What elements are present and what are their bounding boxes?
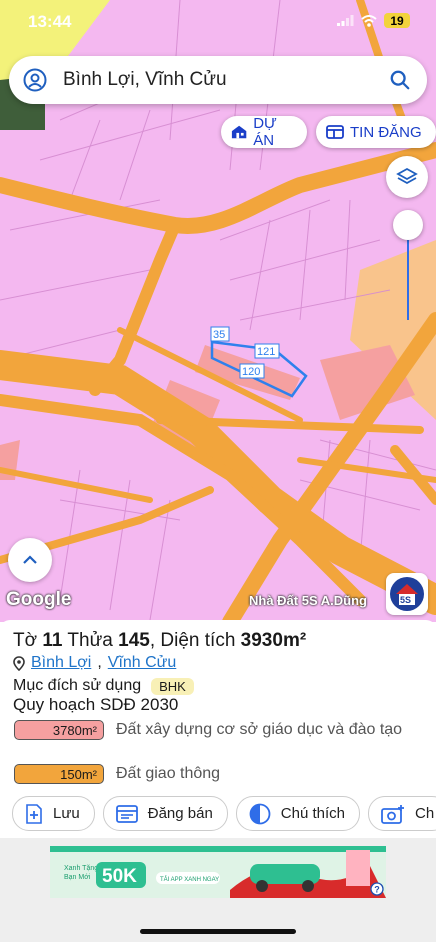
ad-banner[interactable]: Xanh Tặng Bạn Mới 50K TẢI APP XANH NGAY … [50, 846, 386, 898]
expand-button[interactable] [8, 538, 52, 582]
tin-dang-label: TIN ĐĂNG [350, 123, 422, 141]
ward-link[interactable]: Bình Lợi [31, 654, 91, 672]
area-label: Diện tích [160, 630, 236, 651]
logo-text: 5S [400, 595, 411, 605]
home-indicator [140, 929, 296, 934]
ad-line1: Xanh Tặng [64, 865, 98, 872]
listing-icon [115, 804, 138, 823]
legend-item-education: 3780m² Đất xây dựng cơ sở giáo dục và đà… [14, 720, 416, 740]
svg-text:?: ? [374, 885, 380, 895]
signal-icon [337, 15, 354, 26]
parcel-title: Tờ 11 Thửa 145, Diện tích 3930m² [13, 630, 307, 651]
watermark-text: Nhà Đất 5S A.Dũng [249, 593, 367, 608]
chevron-up-icon [23, 555, 37, 564]
search-query[interactable]: Bình Lợi, Vĩnh Cửu [63, 69, 389, 91]
add-photo-icon [381, 804, 405, 824]
parcel-label-35: 35 [213, 329, 225, 341]
legend-label: Chú thích [280, 805, 346, 822]
battery-icon: 19 [384, 13, 410, 28]
add-document-icon [26, 803, 42, 824]
location-pin-icon [13, 655, 25, 671]
opacity-slider-track[interactable] [407, 226, 409, 320]
wifi-icon [361, 14, 377, 27]
google-logo: Google [6, 589, 72, 610]
save-label: Lưu [53, 805, 80, 822]
layers-button[interactable] [386, 156, 428, 198]
thua-label: Thửa [67, 630, 113, 651]
save-button[interactable]: Lưu [12, 796, 95, 831]
brand-logo[interactable]: 5S [386, 573, 428, 615]
parcel-info-sheet: Tờ 11 Thửa 145, Diện tích 3930m² Bình Lợ… [0, 620, 436, 838]
ad-artwork: Xanh Tặng Bạn Mới 50K TẢI APP XANH NGAY [50, 846, 386, 898]
ad-info-icon[interactable]: ? [370, 882, 384, 896]
thua-value: 145 [118, 630, 150, 651]
parcel-label-120: 120 [242, 366, 260, 378]
to-value: 11 [42, 630, 63, 651]
location-row: Bình Lợi, Vĩnh Cửu [13, 654, 176, 672]
house-logo-icon: 5S [390, 577, 424, 611]
action-bar: Lưu Đăng bán Chú thích Ch [12, 796, 436, 831]
purpose-row: Mục đích sử dụng BHK [13, 677, 194, 695]
legend-desc-education: Đất xây dựng cơ sở giáo dục và đào tạo [116, 721, 403, 738]
account-icon[interactable] [23, 68, 47, 92]
tin-dang-chip[interactable]: TIN ĐĂNG [316, 116, 436, 148]
camera-label: Ch [415, 805, 435, 822]
legend-swatch-road: 150m² [14, 764, 104, 784]
district-link[interactable]: Vĩnh Cửu [108, 654, 177, 672]
post-sale-button[interactable]: Đăng bán [102, 796, 228, 831]
parcel-label-121: 121 [257, 346, 275, 358]
status-time: 13:44 [28, 12, 72, 31]
area-value: 3930m² [240, 630, 307, 651]
listing-icon [326, 125, 344, 139]
to-label: Tờ [13, 630, 38, 651]
purpose-code-badge: BHK [151, 677, 194, 695]
camera-button[interactable]: Ch [368, 796, 436, 831]
purpose-label: Mục đích sử dụng [13, 677, 142, 694]
status-bar: 13:44 19 [0, 0, 436, 46]
opacity-slider-handle[interactable] [393, 210, 423, 240]
legend-item-road: 150m² Đất giao thông [14, 764, 416, 784]
du-an-chip[interactable]: DỰ ÁN [221, 115, 307, 149]
ad-amount: 50K [102, 866, 137, 887]
search-icon[interactable] [389, 69, 411, 91]
status-icons: 19 [337, 13, 410, 28]
layers-icon [396, 167, 418, 185]
building-icon [231, 125, 247, 139]
legend-swatch-education: 3780m² [14, 720, 104, 740]
legend-desc-road: Đất giao thông [116, 765, 221, 782]
legend-button[interactable]: Chú thích [235, 796, 361, 831]
post-sale-label: Đăng bán [147, 805, 213, 822]
ad-line2: Bạn Mới [64, 874, 91, 881]
search-bar[interactable]: Bình Lợi, Vĩnh Cửu [9, 56, 427, 104]
du-an-label: DỰ ÁN [253, 115, 277, 149]
plan-title: Quy hoạch SDĐ 2030 [13, 695, 179, 714]
bottom-area: Xanh Tặng Bạn Mới 50K TẢI APP XANH NGAY … [0, 838, 436, 942]
ad-cta: TẢI APP XANH NGAY [160, 876, 219, 883]
contrast-icon [249, 803, 271, 824]
